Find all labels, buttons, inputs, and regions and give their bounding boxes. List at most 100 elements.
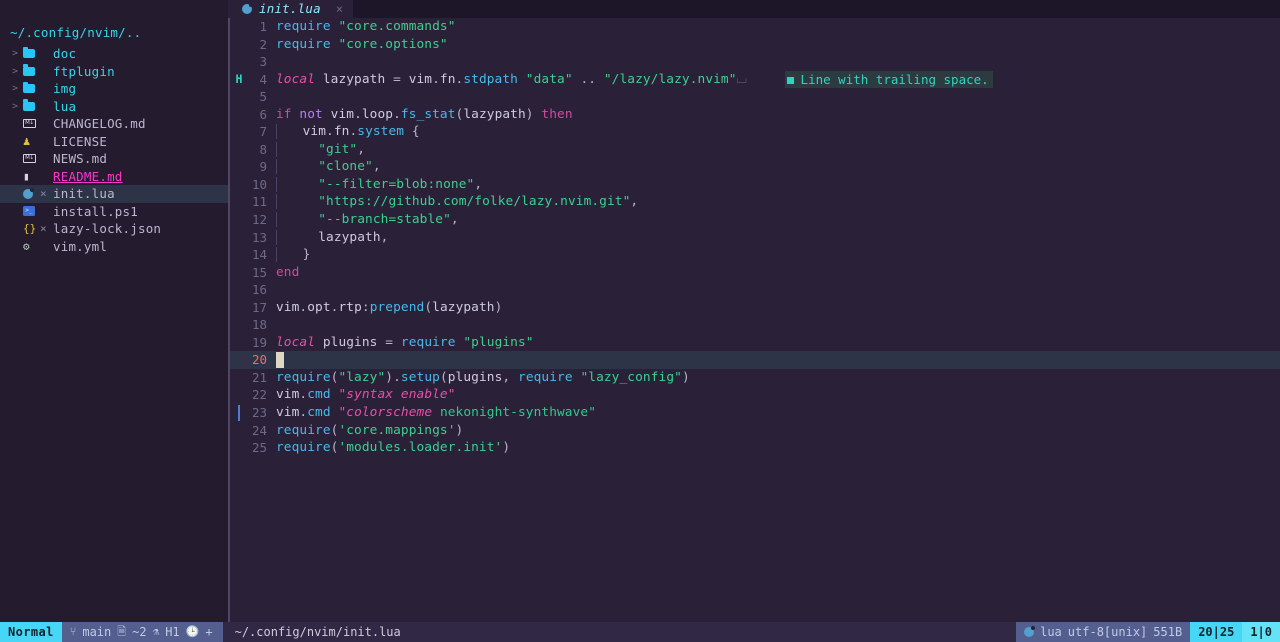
- code-token: ): [502, 440, 511, 456]
- filetype-label: lua: [1040, 625, 1062, 639]
- git-status-segment[interactable]: ⑂ main 🗎 ~2 ⚗ H1 🕒 +: [61, 622, 223, 642]
- sign-column-spacer: [228, 422, 250, 440]
- file-tree-item-label: NEWS.md: [53, 151, 108, 166]
- file-explorer-sidebar[interactable]: ~/.config/nvim/.. > doc > ftplugin > img > …: [0, 18, 228, 622]
- code-line[interactable]: 25 require('modules.loader.init'): [228, 439, 1280, 457]
- code-line[interactable]: 5: [228, 88, 1280, 106]
- code-text: "clone",: [276, 158, 381, 176]
- code-token: }: [302, 247, 311, 263]
- code-line[interactable]: 16: [228, 281, 1280, 299]
- line-number: 17: [251, 299, 267, 315]
- code-line[interactable]: 7 vim.fn.system {: [228, 123, 1280, 141]
- code-line[interactable]: 2 require "core.options": [228, 36, 1280, 54]
- file-tree-item[interactable]: >_ install.ps1: [0, 203, 228, 221]
- sign-column-spacer: [228, 36, 250, 54]
- code-token: "core.commands": [338, 19, 456, 34]
- code-text: "--filter=blob:none",: [276, 176, 482, 194]
- code-token: ,: [372, 159, 381, 175]
- code-line[interactable]: 11 "https://github.com/folke/lazy.nvim.g…: [228, 193, 1280, 211]
- file-tree-item[interactable]: > ftplugin: [0, 63, 228, 81]
- code-token: ): [455, 422, 464, 438]
- code-line[interactable]: 22 vim.cmd "syntax enable": [228, 386, 1280, 404]
- code-buffer[interactable]: 1 require "core.commands" 2 require "core.…: [228, 18, 1280, 457]
- file-tree-item[interactable]: × init.lua: [0, 185, 228, 203]
- code-token: "--branch=stable": [318, 212, 451, 228]
- code-line[interactable]: 17 vim.opt.rtp:prepend(lazypath): [228, 299, 1280, 317]
- markdown-icon: M↓: [23, 119, 40, 129]
- line-number: 12: [251, 212, 267, 228]
- sign-column-spacer: [228, 176, 250, 194]
- diagnostic-square-icon: [786, 76, 794, 84]
- code-line[interactable]: H 4 local lazypath = vim.fn.stdpath "data"…: [228, 70, 1280, 89]
- code-token: "git": [318, 141, 358, 157]
- tabline-sidebar-pad: [0, 0, 228, 18]
- code-text: require "core.commands": [276, 18, 456, 36]
- tab-init-lua[interactable]: init.lua ×: [228, 0, 354, 18]
- code-line[interactable]: 23 vim.cmd "colorscheme nekonight-synthwa…: [228, 404, 1280, 422]
- mode-indicator: Normal: [0, 622, 62, 642]
- code-line[interactable]: 14 }: [228, 246, 1280, 264]
- statusline: Normal ⑂ main 🗎 ~2 ⚗ H1 🕒 + ~/.config/nv…: [0, 622, 1280, 642]
- code-token: cmd: [307, 387, 331, 403]
- file-tree-item[interactable]: {} × lazy-lock.json: [0, 220, 228, 238]
- chevron-right-icon[interactable]: >: [12, 45, 23, 63]
- code-token: .: [393, 106, 401, 122]
- code-line[interactable]: 3: [228, 53, 1280, 71]
- line-number: 10: [251, 176, 267, 192]
- code-token: require: [518, 369, 573, 385]
- code-line[interactable]: 21 require("lazy").setup(plugins, require…: [228, 369, 1280, 387]
- code-token: cmd: [307, 405, 331, 421]
- file-tree-item[interactable]: > lua: [0, 98, 228, 116]
- chevron-right-icon[interactable]: >: [12, 80, 23, 98]
- file-tree-item[interactable]: ♟ LICENSE: [0, 133, 228, 151]
- code-line[interactable]: 15 end: [228, 264, 1280, 282]
- code-line[interactable]: 20: [228, 351, 1280, 369]
- git-branch-label: main: [82, 625, 112, 639]
- editor-pane[interactable]: 1 require "core.commands" 2 require "core.…: [228, 18, 1280, 622]
- file-tree-list[interactable]: > doc > ftplugin > img > lua M↓ CHANGELOG.m…: [0, 45, 228, 255]
- file-tree-item[interactable]: M↓ CHANGELOG.md: [0, 115, 228, 133]
- code-line[interactable]: 6 if not vim.loop.fs_stat(lazypath) then: [228, 106, 1280, 124]
- file-tree-item[interactable]: ⚙ vim.yml: [0, 238, 228, 256]
- diagnostic-text: Line with trailing space.: [800, 71, 989, 87]
- code-line[interactable]: 13 lazypath,: [228, 229, 1280, 247]
- chevron-right-icon[interactable]: >: [12, 63, 23, 81]
- code-line[interactable]: 9 "clone",: [228, 158, 1280, 176]
- code-line[interactable]: 10 "--filter=blob:none",: [228, 176, 1280, 194]
- code-token: .: [326, 124, 334, 140]
- line-number: 19: [251, 334, 267, 350]
- code-token: {: [411, 124, 420, 140]
- code-token: "syntax enable": [338, 387, 456, 403]
- file-tree-item[interactable]: > img: [0, 80, 228, 98]
- line-number: 6: [259, 106, 267, 122]
- code-line[interactable]: 18: [228, 316, 1280, 334]
- file-tree-item[interactable]: M↓ NEWS.md: [0, 150, 228, 168]
- file-tree-item[interactable]: > doc: [0, 45, 228, 63]
- line-number: 23: [251, 405, 267, 421]
- code-token: plugins: [447, 369, 503, 385]
- folder-icon: [23, 99, 40, 111]
- code-token: 'modules.loader.init': [338, 440, 503, 456]
- code-token: nekonight-synthwave": [439, 405, 597, 421]
- code-token: fn: [439, 71, 456, 87]
- code-token: stdpath: [463, 71, 518, 87]
- line-number: 14: [251, 247, 267, 263]
- close-icon[interactable]: ×: [328, 0, 343, 18]
- code-token: 'core.mappings': [338, 422, 456, 438]
- file-tree-item-label: init.lua: [53, 186, 115, 201]
- code-line[interactable]: 8 "git",: [228, 141, 1280, 159]
- chevron-right-icon[interactable]: >: [12, 98, 23, 116]
- code-token: ..: [580, 71, 597, 87]
- code-line[interactable]: 19 local plugins = require "plugins": [228, 334, 1280, 352]
- code-token: "/lazy/lazy.nvim": [603, 71, 737, 87]
- code-line[interactable]: 1 require "core.commands": [228, 18, 1280, 36]
- code-line[interactable]: 24 require('core.mappings'): [228, 422, 1280, 440]
- file-tree-item[interactable]: ▮ README.md: [0, 168, 228, 186]
- code-line[interactable]: 12 "--branch=stable",: [228, 211, 1280, 229]
- code-token: plugins: [315, 334, 386, 350]
